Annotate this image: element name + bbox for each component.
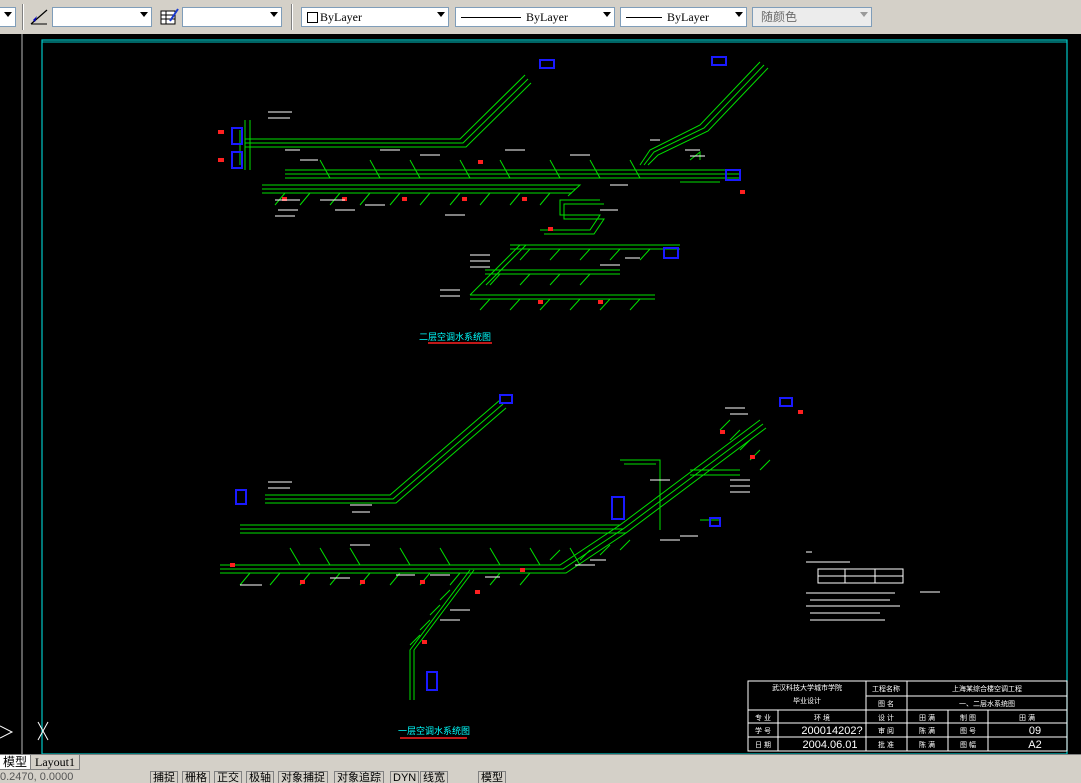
ucs-icon bbox=[0, 721, 49, 741]
sheet-frame bbox=[21, 34, 1068, 754]
tb-design-value: 田 满 bbox=[919, 713, 935, 722]
properties-toolbar: ByLayer ByLayer ByLayer 随颜色 bbox=[0, 0, 1081, 35]
tb-approve-value: 陈 满 bbox=[919, 740, 935, 749]
notes-legend bbox=[806, 551, 940, 621]
tb-date-label: 日 期 bbox=[755, 741, 771, 749]
color-swatch-icon bbox=[307, 12, 318, 23]
otrack-toggle[interactable]: 对象追踪 bbox=[334, 771, 384, 783]
table-style-dropdown[interactable] bbox=[182, 7, 282, 27]
grid-toggle[interactable]: 栅格 bbox=[182, 771, 210, 783]
dyn-toggle[interactable]: DYN bbox=[390, 771, 420, 783]
tb-school: 武汉科技大学城市学院 bbox=[772, 683, 842, 692]
coordinate-readout: 0.2470, 0.0000 bbox=[0, 771, 74, 783]
drawing-svg: 二层空调水系统图 一层空调水系统图 武汉科技大学城市学院 毕业设计 工程名称 上… bbox=[0, 34, 1068, 754]
toolbar-separator bbox=[291, 4, 293, 30]
tb-design-type: 毕业设计 bbox=[793, 696, 821, 705]
linetype-sample-icon bbox=[461, 17, 521, 18]
tb-drawing-label: 图 名 bbox=[878, 699, 894, 708]
lwt-toggle[interactable]: 线宽 bbox=[420, 771, 448, 783]
lineweight-sample-icon bbox=[626, 17, 662, 18]
tb-sheet-label: 图 号 bbox=[960, 727, 976, 735]
status-bar: 0.2470, 0.0000 捕捉 栅格 正交 极轴 对象捕捉 对象追踪 DYN… bbox=[0, 771, 1081, 783]
polar-toggle[interactable]: 极轴 bbox=[246, 771, 274, 783]
model-toggle[interactable]: 模型 bbox=[478, 771, 506, 783]
tb-drafter-label: 制 图 bbox=[960, 713, 976, 722]
tb-review-label: 审 阅 bbox=[878, 726, 894, 735]
tb-review-value: 陈 满 bbox=[919, 726, 935, 735]
title-block-text: 武汉科技大学城市学院 毕业设计 工程名称 上海某综合楼空调工程 图 名 一、二层… bbox=[755, 683, 1042, 751]
tb-drafter-value: 田 满 bbox=[1019, 713, 1035, 722]
tab-model[interactable]: 模型 bbox=[0, 755, 33, 770]
lower-units bbox=[230, 394, 803, 691]
upper-pipe-system bbox=[239, 61, 769, 311]
lower-pipe-system bbox=[220, 399, 771, 700]
tb-drawing-name: 一、二层水系统图 bbox=[959, 699, 1015, 708]
tb-approve-label: 批 准 bbox=[878, 740, 894, 749]
dimension-style-dropdown[interactable] bbox=[52, 7, 152, 27]
tb-student-id: 200014202? bbox=[801, 725, 862, 737]
tab-layout1[interactable]: Layout1 bbox=[30, 755, 80, 770]
lower-plan-title: 一层空调水系统图 bbox=[398, 725, 470, 737]
drawing-canvas[interactable]: 二层空调水系统图 一层空调水系统图 武汉科技大学城市学院 毕业设计 工程名称 上… bbox=[0, 34, 1081, 754]
toolbar-separator bbox=[22, 4, 24, 30]
table-style-icon[interactable] bbox=[158, 6, 180, 28]
upper-plan-title: 二层空调水系统图 bbox=[419, 331, 491, 343]
tb-project-name: 上海某综合楼空调工程 bbox=[952, 684, 1022, 693]
linetype-control-dropdown[interactable]: ByLayer bbox=[455, 7, 615, 27]
tb-sheet-no: 09 bbox=[1029, 725, 1041, 737]
lineweight-control-dropdown[interactable]: ByLayer bbox=[620, 7, 747, 27]
tb-major-value: 环 境 bbox=[814, 713, 830, 722]
osnap-toggle[interactable]: 对象捕捉 bbox=[278, 771, 328, 783]
tb-major-label: 专 业 bbox=[755, 713, 771, 722]
tb-design-label: 设 计 bbox=[878, 713, 894, 722]
layout-tabs-bar: 模型 Layout1 bbox=[0, 754, 1081, 771]
ortho-toggle[interactable]: 正交 bbox=[214, 771, 242, 783]
tb-project-label: 工程名称 bbox=[872, 684, 900, 693]
plotstyle-control-dropdown[interactable]: 随颜色 bbox=[752, 7, 872, 27]
tb-id-label: 学 号 bbox=[755, 726, 771, 735]
tb-date-value: 2004.06.01 bbox=[802, 739, 857, 751]
upper-annotations bbox=[268, 111, 705, 297]
layer-dropdown-partial[interactable] bbox=[0, 7, 16, 27]
tb-size-label: 图 幅 bbox=[960, 740, 976, 749]
dimension-style-icon[interactable] bbox=[28, 6, 50, 28]
tb-sheet-size: A2 bbox=[1028, 739, 1041, 751]
color-control-dropdown[interactable]: ByLayer bbox=[301, 7, 449, 27]
snap-toggle[interactable]: 捕捉 bbox=[150, 771, 178, 783]
lower-annotations bbox=[240, 407, 750, 621]
